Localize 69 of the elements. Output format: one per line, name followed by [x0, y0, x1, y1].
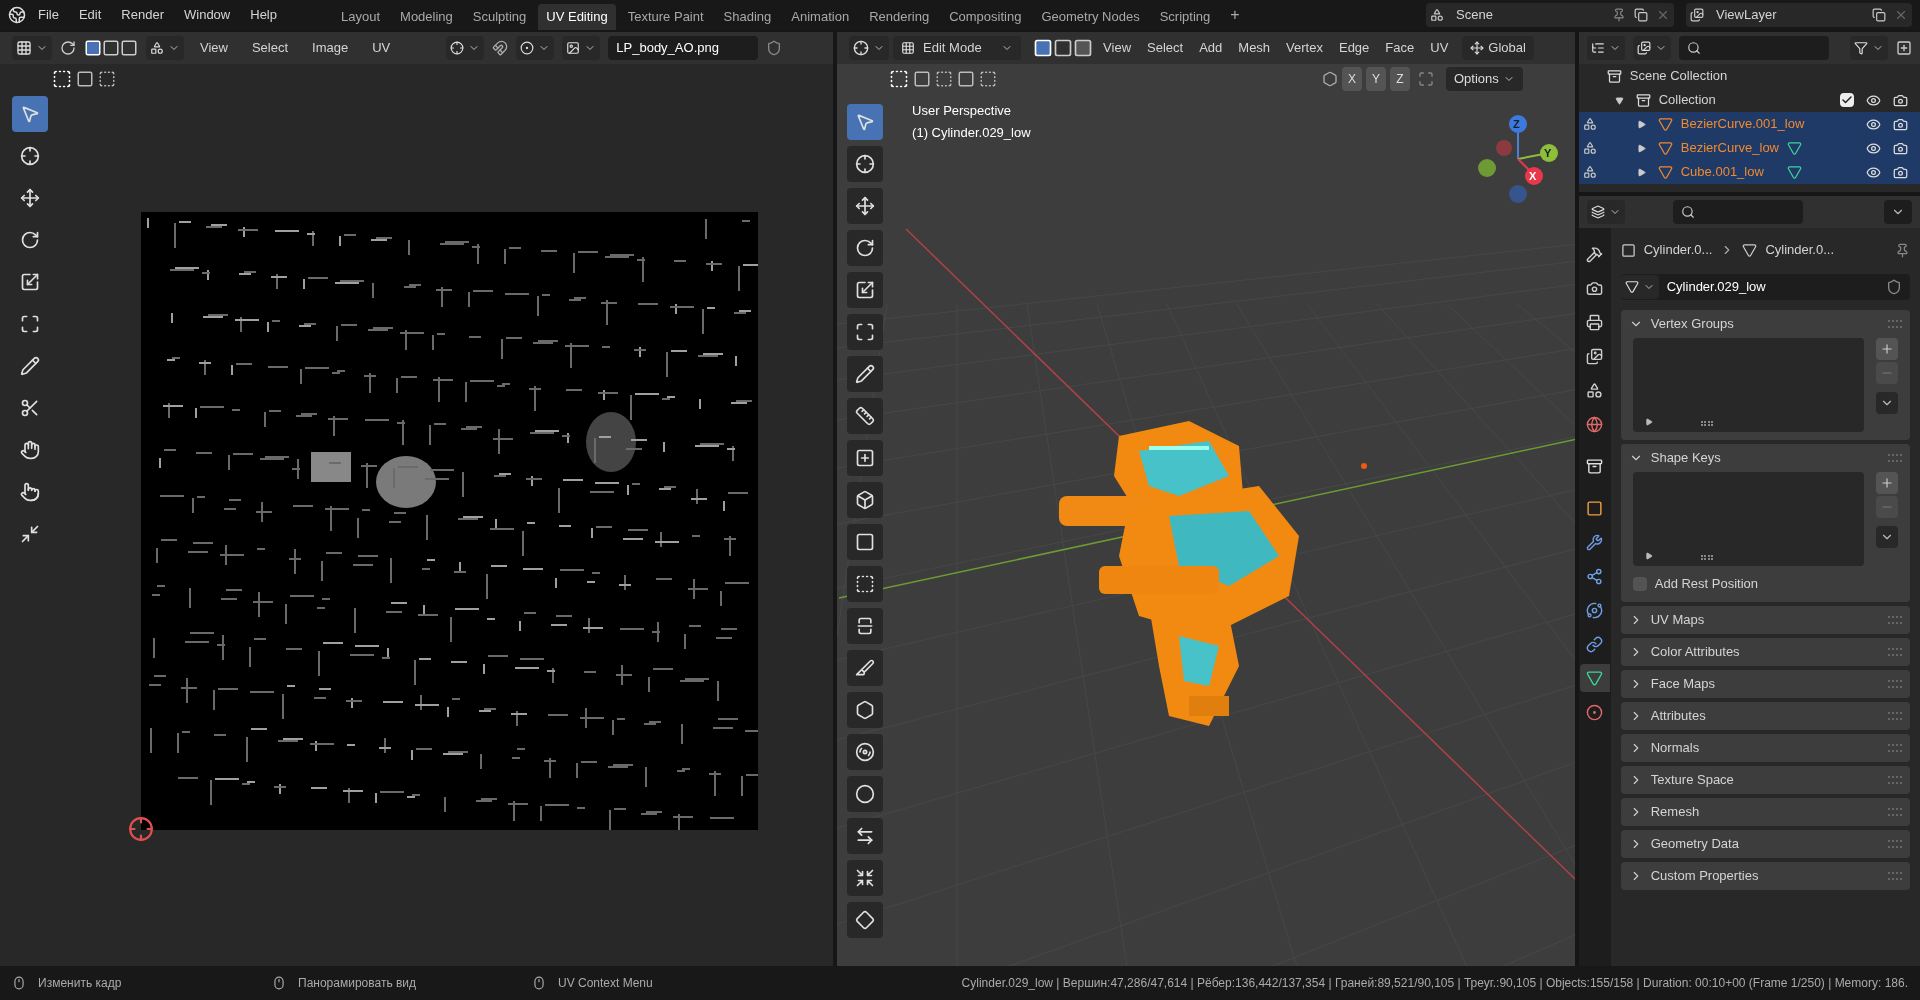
panel-title[interactable]: Vertex Groups: [1650, 314, 1880, 334]
breadcrumb-item: Cylinder.0...: [1643, 241, 1713, 260]
gizmo-axis-label: Z: [1513, 117, 1520, 132]
status-hint: Изменить кадр: [38, 975, 122, 992]
workspace-tab[interactable]: Scripting: [1151, 4, 1219, 30]
checkbox-label: Add Rest Position: [1654, 575, 1759, 593]
menu-item[interactable]: Face: [1379, 38, 1421, 58]
outliner-item[interactable]: BezierCurve_low: [1680, 138, 1779, 158]
status-hint: UV Context Menu: [558, 975, 653, 992]
menu-item[interactable]: Select: [1141, 38, 1190, 58]
outliner-item[interactable]: Collection: [1658, 90, 1836, 110]
panel-title[interactable]: Shape Keys: [1650, 448, 1880, 468]
menu-item[interactable]: Window: [176, 3, 239, 27]
panel-title[interactable]: Remesh: [1650, 801, 1880, 822]
view-layer-name[interactable]: ViewLayer: [1708, 5, 1868, 25]
mirror-axis-toggle[interactable]: Y: [1365, 67, 1386, 91]
menu-item[interactable]: Mesh: [1232, 38, 1277, 58]
workspace-tab[interactable]: Modeling: [392, 4, 461, 30]
workspace-tab[interactable]: Animation: [783, 4, 858, 30]
menu-item[interactable]: Help: [242, 3, 285, 27]
image-name-field[interactable]: LP_body_AO.png: [608, 36, 759, 60]
workspace-tab[interactable]: Sculpting: [464, 4, 535, 30]
scene-name[interactable]: Scene: [1448, 5, 1608, 25]
mirror-axis-toggle[interactable]: Z: [1389, 67, 1410, 91]
outliner-item[interactable]: BezierCurve.001_low: [1680, 114, 1805, 134]
panel-title[interactable]: UV Maps: [1650, 609, 1880, 630]
add-workspace-button[interactable]: +: [1222, 3, 1248, 27]
workspace-tab[interactable]: Rendering: [861, 4, 938, 30]
menu-item[interactable]: Image: [304, 38, 357, 58]
menu-item[interactable]: Edit: [70, 3, 110, 27]
menu-item[interactable]: UV: [364, 38, 399, 58]
panel-title[interactable]: Color Attributes: [1650, 641, 1880, 662]
breadcrumb-item: Cylinder.0...: [1765, 241, 1836, 260]
panel-title[interactable]: Face Maps: [1650, 673, 1880, 694]
menu-item[interactable]: View: [192, 38, 236, 58]
outliner-row[interactable]: Cube.001_low: [1578, 160, 1920, 184]
menu-item[interactable]: UV: [1424, 38, 1455, 58]
panel-title[interactable]: Texture Space: [1650, 769, 1880, 790]
outliner-item[interactable]: Cube.001_low: [1680, 162, 1764, 182]
outliner-item[interactable]: Scene Collection: [1629, 66, 1728, 86]
menu-item[interactable]: Render: [113, 3, 172, 27]
panel-title[interactable]: Custom Properties: [1650, 865, 1880, 886]
panel-title[interactable]: Normals: [1650, 737, 1880, 758]
workspace-tab[interactable]: Layout: [333, 4, 389, 30]
workspace-tab[interactable]: Compositing: [941, 4, 1030, 30]
orientation-dropdown[interactable]: Global: [1462, 36, 1534, 60]
viewport-info-text: User Perspective: [912, 102, 1013, 120]
status-hint: Панорамировать вид: [298, 975, 417, 992]
menu-item[interactable]: File: [30, 3, 67, 27]
mirror-axis-toggle[interactable]: X: [1341, 67, 1362, 91]
menu-item[interactable]: Vertex: [1280, 38, 1329, 58]
outliner-row[interactable]: BezierCurve_low: [1578, 136, 1920, 160]
menu-item[interactable]: Select: [243, 38, 297, 58]
menu-item[interactable]: Edge: [1332, 38, 1376, 58]
menu-item[interactable]: View: [1097, 38, 1138, 58]
outliner-row[interactable]: BezierCurve.001_low: [1578, 112, 1920, 136]
viewport-info-text: (1) Cylinder.029_low: [912, 124, 1031, 142]
workspace-tab[interactable]: Geometry Nodes: [1033, 4, 1148, 30]
gizmo-axis-label: X: [1529, 169, 1537, 184]
mode-dropdown[interactable]: Edit Mode: [893, 36, 1022, 60]
workspace-tab[interactable]: Texture Paint: [619, 4, 712, 30]
workspace-tab[interactable]: Shading: [715, 4, 780, 30]
panel-title[interactable]: Attributes: [1650, 705, 1880, 726]
scene-statistics: Cylinder.029_low | Вершин:47,286/47,614 | Рёбер:136,442/137,354 | Граней:89,521/90,105 | Треуг.:90,105 | Objects:155/158 | Duration: 00:10+00 (Frame 1/250) | Memory: 186.: [961, 975, 1908, 992]
workspace-tab[interactable]: UV Editing: [538, 4, 616, 30]
options-dropdown[interactable]: Options: [1445, 67, 1523, 91]
panel-title[interactable]: Geometry Data: [1650, 833, 1880, 854]
menu-item[interactable]: Add: [1193, 38, 1229, 58]
gizmo-axis-label: Y: [1544, 146, 1552, 161]
